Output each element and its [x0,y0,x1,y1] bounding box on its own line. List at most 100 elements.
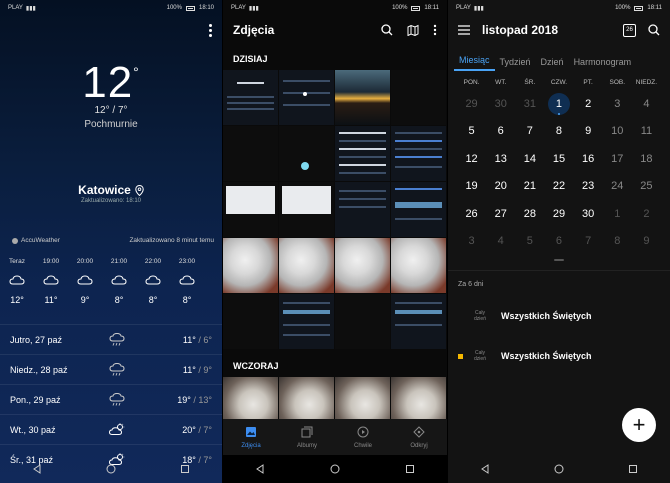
calendar-day[interactable]: 27 [486,200,515,228]
calendar-day[interactable]: 23 [574,173,603,201]
calendar-day[interactable]: 20 [486,173,515,201]
tab-album[interactable]: Albumy [279,419,335,455]
recent-apps-icon[interactable] [628,464,638,474]
calendar-day[interactable]: 30 [574,200,603,228]
calendar-day[interactable]: 7 [574,228,603,256]
calendar-day[interactable]: 7 [515,118,544,146]
photo-thumbnail[interactable] [223,70,278,125]
tab-view[interactable]: Dzień [536,57,569,71]
photo-thumbnail[interactable] [391,126,446,181]
drag-handle[interactable] [554,259,564,261]
tab-discover[interactable]: Odkryj [391,419,447,455]
back-icon[interactable] [480,464,490,474]
photo-thumbnail[interactable] [335,294,390,349]
map-icon[interactable] [407,24,419,36]
calendar-day[interactable]: 5 [515,228,544,256]
accuweather-link[interactable]: AccuWeather [12,237,60,244]
recent-apps-icon[interactable] [405,464,415,474]
tab-view[interactable]: Tydzień [495,57,536,71]
calendar-day[interactable]: 31 [515,90,544,118]
photo-thumbnail[interactable] [335,238,390,293]
calendar-day[interactable]: 30 [486,90,515,118]
photo-thumbnail[interactable] [223,126,278,181]
calendar-day[interactable]: 11 [632,118,661,146]
photo-thumbnail[interactable] [279,294,334,349]
calendar-day[interactable]: 28 [515,200,544,228]
calendar-day[interactable]: 9 [574,118,603,146]
calendar-day[interactable]: 1 [544,90,573,118]
photo-thumbnail[interactable] [223,294,278,349]
daily-forecast-row[interactable]: Jutro, 27 paź 11° / 6° [0,324,222,354]
city-selector[interactable]: Katowice [0,183,222,197]
calendar-day[interactable]: 6 [544,228,573,256]
photo-thumbnail[interactable] [279,238,334,293]
search-icon[interactable] [381,24,393,36]
photo-thumbnail[interactable] [391,70,446,125]
event-item[interactable]: Cały dzień Wszystkich Świętych [448,296,670,336]
calendar-day[interactable]: 3 [603,90,632,118]
calendar-day[interactable]: 10 [603,118,632,146]
search-icon[interactable] [648,24,660,36]
calendar-day[interactable]: 24 [603,173,632,201]
home-icon[interactable] [106,464,116,474]
photo-thumbnail[interactable] [391,182,446,237]
calendar-day[interactable]: 1 [603,200,632,228]
today-button[interactable]: 26 [623,23,636,37]
daily-forecast-row[interactable]: Wt., 30 paź 20° / 7° [0,414,222,444]
day-number: 29 [465,97,478,110]
calendar-day[interactable]: 9 [632,228,661,256]
more-menu-icon[interactable] [433,24,437,36]
photo-thumbnail[interactable] [279,70,334,125]
calendar-day[interactable]: 26 [457,200,486,228]
calendar-day[interactable]: 2 [632,200,661,228]
tab-moments[interactable]: Chwile [335,419,391,455]
home-icon[interactable] [330,464,340,474]
photo-thumbnail[interactable] [391,294,446,349]
photo-thumbnail[interactable] [279,126,334,181]
photo-thumbnail[interactable] [335,70,390,125]
daily-forecast-row[interactable]: Niedz., 28 paź 11° / 9° [0,354,222,384]
calendar-day[interactable]: 19 [457,173,486,201]
photo-thumbnail[interactable] [223,238,278,293]
calendar-day[interactable]: 8 [544,118,573,146]
calendar-day[interactable]: 18 [632,145,661,173]
hamburger-menu-icon[interactable] [458,25,470,35]
photo-thumbnail[interactable] [335,182,390,237]
back-icon[interactable] [32,464,42,474]
photo-thumbnail[interactable] [223,182,278,237]
home-icon[interactable] [554,464,564,474]
calendar-day[interactable]: 15 [544,145,573,173]
tab-view[interactable]: Miesiąc [454,55,495,71]
calendar-day[interactable]: 5 [457,118,486,146]
calendar-day[interactable]: 21 [515,173,544,201]
back-icon[interactable] [255,464,265,474]
calendar-day[interactable]: 14 [515,145,544,173]
recent-apps-icon[interactable] [180,464,190,474]
event-item[interactable]: Cały dzień Wszystkich Świętych [448,336,670,376]
day-number: 1 [555,97,563,110]
calendar-day[interactable]: 4 [486,228,515,256]
calendar-day[interactable]: 2 [574,90,603,118]
calendar-day[interactable]: 4 [632,90,661,118]
add-event-button[interactable]: + [622,408,656,442]
tab-photo[interactable]: Zdjęcia [223,419,279,455]
calendar-day[interactable]: 17 [603,145,632,173]
calendar-day[interactable]: 16 [574,145,603,173]
calendar-day[interactable]: 8 [603,228,632,256]
calendar-day[interactable]: 29 [457,90,486,118]
calendar-day[interactable]: 13 [486,145,515,173]
calendar-day[interactable]: 12 [457,145,486,173]
calendar-day[interactable]: 6 [486,118,515,146]
tab-view[interactable]: Harmonogram [569,57,637,71]
photo-thumbnail[interactable] [279,182,334,237]
daily-forecast-row[interactable]: Pon., 29 paź 19° / 13° [0,384,222,414]
status-bar: PLAY ▮▮▮ 100% 18:11 [223,0,447,16]
calendar-day[interactable]: 29 [544,200,573,228]
photo-thumbnail[interactable] [335,126,390,181]
calendar-day[interactable]: 22 [544,173,573,201]
hourly-forecast[interactable]: Teraz 12° 19:00 11° 20:00 9° 21:00 8° 22:00 … [0,258,222,305]
photo-thumbnail[interactable] [391,238,446,293]
more-menu-icon[interactable] [209,24,212,39]
calendar-day[interactable]: 25 [632,173,661,201]
calendar-day[interactable]: 3 [457,228,486,256]
